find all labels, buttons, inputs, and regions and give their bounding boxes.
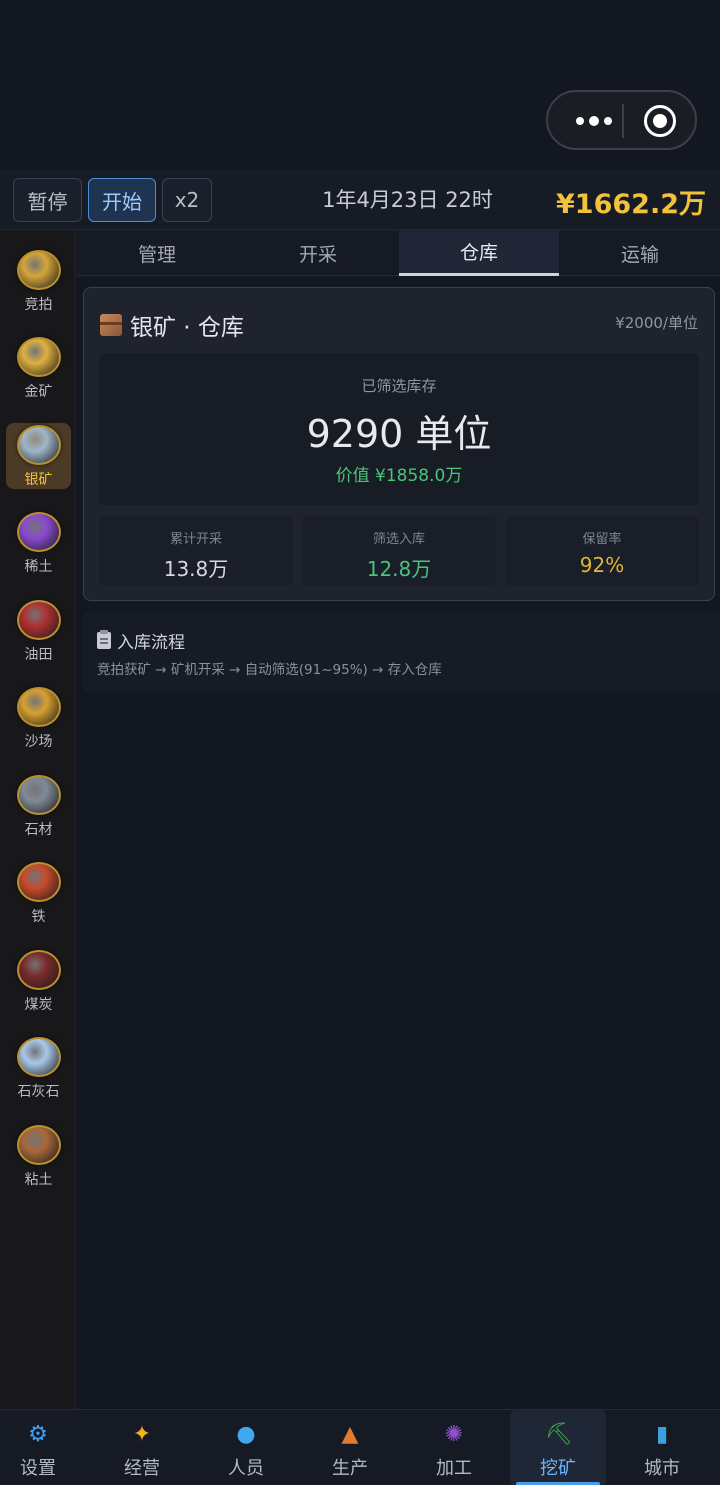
warehouse-title: 银矿 · 仓库 xyxy=(100,308,244,342)
flow-description: 竞拍获矿 → 矿机开采 → 自动筛选(91~95%) → 存入仓库 xyxy=(97,662,442,678)
nav-item[interactable]: ▲ 生产 xyxy=(302,1410,398,1485)
nav-item[interactable]: ✺ 加工 xyxy=(406,1410,502,1485)
stat-value: 13.8万 xyxy=(163,557,229,581)
pause-button[interactable]: 暂停 xyxy=(13,178,82,222)
nav-item-label: 加工 xyxy=(436,1458,472,1479)
stock-value: 9290 单位 xyxy=(306,412,492,456)
flow-title-text: 入库流程 xyxy=(117,633,185,653)
auction-icon xyxy=(16,250,61,290)
stat-label: 筛选入库 xyxy=(372,532,425,547)
nav-item[interactable]: ● 人员 xyxy=(198,1410,294,1485)
stone-icon xyxy=(16,775,61,815)
storage-flow-section: 入库流程 竞拍获矿 → 矿机开采 → 自动筛选(91~95%) → 存入仓库 xyxy=(83,612,720,692)
tab[interactable]: 管理 xyxy=(77,230,237,276)
sidebar-item[interactable]: 石材 xyxy=(6,773,71,839)
business-icon: ✦ xyxy=(132,1422,152,1447)
sidebar-item[interactable]: 银矿 xyxy=(6,423,71,489)
stat-filtered-in: 筛选入库 12.8万 xyxy=(302,516,496,586)
mini-program-capsule xyxy=(546,90,697,150)
tab[interactable]: 开采 xyxy=(238,230,398,276)
nav-item[interactable]: ⚙ 设置 xyxy=(0,1410,86,1485)
gear-icon: ⚙ xyxy=(28,1422,48,1447)
sidebar-item-label: 沙场 xyxy=(24,734,53,750)
close-target-icon[interactable] xyxy=(644,105,676,137)
nav-item[interactable]: ⛏ 挖矿 xyxy=(510,1410,606,1485)
nav-item-label: 挖矿 xyxy=(540,1458,576,1479)
sidebar-item-label: 油田 xyxy=(24,647,53,663)
factory-icon: ▲ xyxy=(341,1422,359,1447)
processing-icon: ✺ xyxy=(444,1422,464,1447)
tab-bar: 管理 开采 仓库 运输 xyxy=(77,230,720,276)
clay-icon xyxy=(16,1125,61,1165)
gold-mine-icon xyxy=(16,337,61,377)
sidebar-item[interactable]: 金矿 xyxy=(6,335,71,401)
start-button[interactable]: 开始 xyxy=(88,178,156,222)
sidebar-item-label: 石材 xyxy=(24,822,53,838)
flow-title: 入库流程 xyxy=(97,628,185,653)
nav-item-label: 城市 xyxy=(644,1458,680,1479)
speed-button[interactable]: x2 xyxy=(162,178,212,222)
bottom-nav: ⚙ 设置 ✦ 经营 ● 人员 ▲ 生产 ✺ 加工 ⛏ 挖矿 ▮ 城市 xyxy=(0,1409,720,1485)
stat-label: 累计开采 xyxy=(169,532,222,547)
pickaxe-icon: ⛏ xyxy=(545,1422,573,1447)
city-icon: ▮ xyxy=(655,1422,669,1447)
sidebar-item[interactable]: 煤炭 xyxy=(6,948,71,1014)
money-balance: ¥1662.2万 xyxy=(556,189,706,220)
warehouse-title-text: 银矿 · 仓库 xyxy=(130,315,244,341)
sidebar-item-label: 石灰石 xyxy=(17,1084,60,1100)
warehouse-card: 银矿 · 仓库 ¥2000/单位 已筛选库存 9290 单位 价值 ¥1858.… xyxy=(83,287,715,601)
box-icon xyxy=(100,314,122,336)
clipboard-icon xyxy=(97,630,111,649)
tab[interactable]: 仓库 xyxy=(399,230,559,276)
sidebar-item-label: 铁 xyxy=(31,909,46,925)
sidebar-item[interactable]: 竞拍 xyxy=(6,248,71,314)
sidebar-item[interactable]: 石灰石 xyxy=(6,1035,71,1101)
oil-field-icon xyxy=(16,600,61,640)
nav-item-label: 生产 xyxy=(332,1458,368,1479)
stock-summary: 已筛选库存 9290 单位 价值 ¥1858.0万 xyxy=(99,353,699,505)
stat-total-mined: 累计开采 13.8万 xyxy=(99,516,293,586)
tab[interactable]: 运输 xyxy=(560,230,720,276)
more-menu-icon[interactable] xyxy=(566,110,622,132)
limestone-icon xyxy=(16,1037,61,1077)
nav-item-label: 经营 xyxy=(124,1458,160,1479)
rare-earth-icon xyxy=(16,512,61,552)
sidebar-item[interactable]: 油田 xyxy=(6,598,71,664)
sidebar-item-label: 稀土 xyxy=(24,559,53,575)
stat-value: 92% xyxy=(579,553,625,577)
stat-value: 12.8万 xyxy=(366,557,432,581)
game-time: 1年4月23日 22时 xyxy=(322,188,493,212)
stat-retention-rate: 保留率 92% xyxy=(505,516,699,586)
mine-sidebar: 竞拍金矿银矿稀土油田沙场石材铁煤炭石灰石粘土 xyxy=(0,230,76,1409)
sidebar-item-label: 粘土 xyxy=(24,1172,53,1188)
nav-item-label: 设置 xyxy=(20,1458,56,1479)
stat-label: 保留率 xyxy=(582,532,622,547)
control-bar: 暂停 开始 x2 1年4月23日 22时 ¥1662.2万 xyxy=(0,170,720,230)
stock-label: 已筛选库存 xyxy=(361,377,437,395)
sidebar-item[interactable]: 沙场 xyxy=(6,685,71,751)
sidebar-item-label: 竞拍 xyxy=(24,297,53,313)
unit-price: ¥2000/单位 xyxy=(615,314,698,332)
sidebar-item-label: 金矿 xyxy=(24,384,53,400)
nav-item[interactable]: ▮ 城市 xyxy=(614,1410,710,1485)
iron-icon xyxy=(16,862,61,902)
silver-mine-icon xyxy=(16,425,61,465)
sidebar-item-label: 银矿 xyxy=(24,472,53,488)
app-root: 暂停 开始 x2 1年4月23日 22时 ¥1662.2万 竞拍金矿银矿稀土油田… xyxy=(0,0,720,1485)
coal-icon xyxy=(16,950,61,990)
nav-item[interactable]: ✦ 经营 xyxy=(94,1410,190,1485)
sidebar-item[interactable]: 铁 xyxy=(6,860,71,926)
sand-field-icon xyxy=(16,687,61,727)
capsule-divider xyxy=(622,104,624,138)
sidebar-item-label: 煤炭 xyxy=(24,997,53,1013)
status-area xyxy=(0,0,720,170)
people-icon: ● xyxy=(236,1422,256,1447)
sidebar-item[interactable]: 粘土 xyxy=(6,1123,71,1189)
sidebar-item[interactable]: 稀土 xyxy=(6,510,71,576)
nav-item-label: 人员 xyxy=(228,1458,264,1479)
stock-worth: 价值 ¥1858.0万 xyxy=(335,466,463,486)
